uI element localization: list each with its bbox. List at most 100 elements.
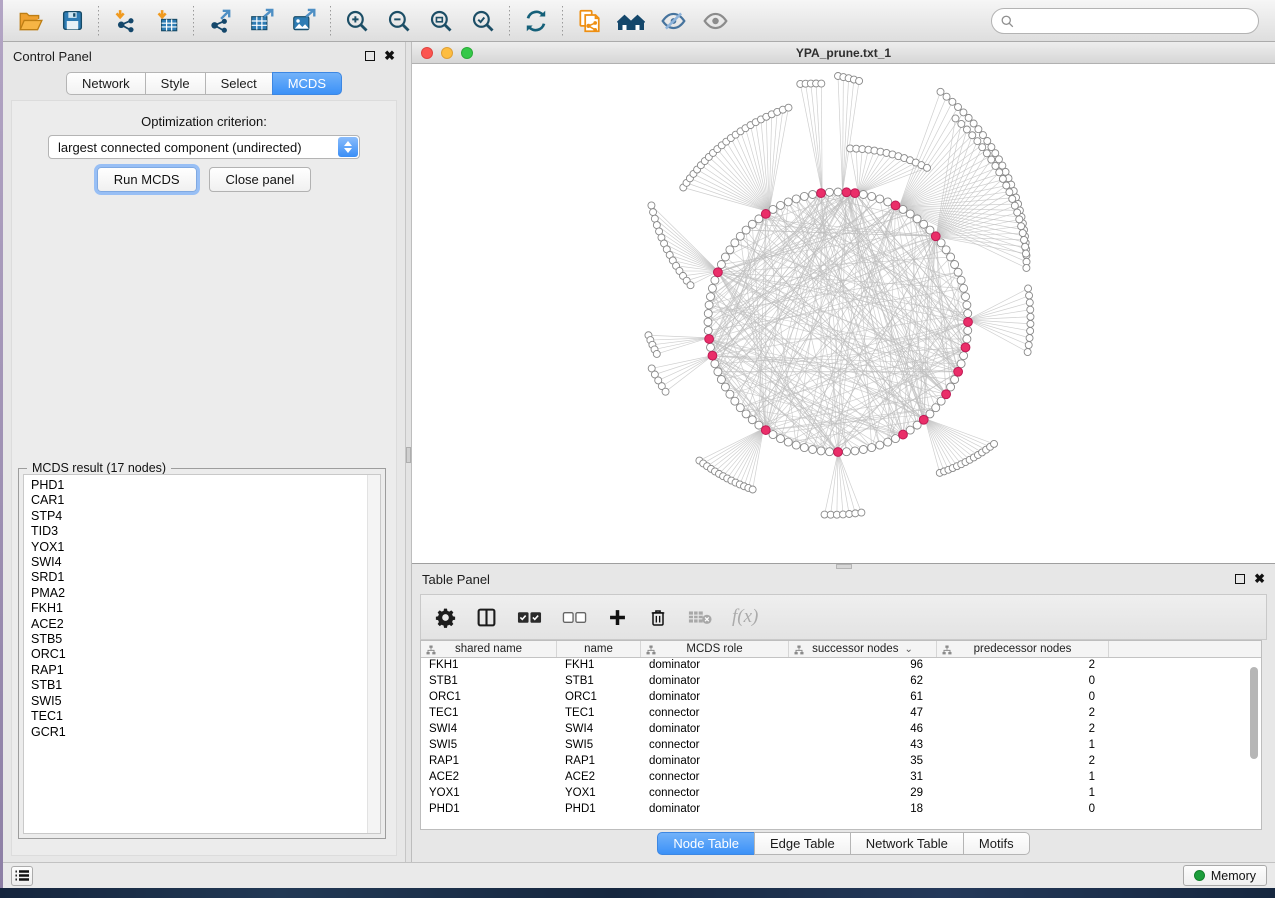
column-header-shared-name[interactable]: shared name	[421, 641, 557, 657]
network-window-titlebar: YPA_prune.txt_1	[412, 42, 1275, 64]
table-row[interactable]: RAP1RAP1dominator352	[421, 754, 1261, 770]
table-scrollbar[interactable]	[1249, 663, 1259, 823]
zoom-in-button[interactable]	[336, 3, 378, 39]
table-cell: STB1	[421, 674, 557, 690]
mcds-result-item[interactable]: STP4	[31, 509, 380, 524]
mcds-result-item[interactable]: ACE2	[31, 617, 380, 632]
table-row[interactable]: SWI4SWI4dominator462	[421, 722, 1261, 738]
window-minimize-button[interactable]	[441, 47, 453, 59]
table-panel: Table Panel ✖ f(x)	[412, 564, 1275, 862]
zoom-out-button[interactable]	[378, 3, 420, 39]
close-panel-icon[interactable]: ✖	[384, 51, 395, 61]
table-panel-titlebar: Table Panel ✖	[412, 568, 1275, 590]
window-close-button[interactable]	[421, 47, 433, 59]
search-input[interactable]	[991, 8, 1259, 34]
mcds-result-item[interactable]: PMA2	[31, 586, 380, 601]
tab-mcds[interactable]: MCDS	[272, 72, 342, 95]
table-cell: 0	[937, 690, 1109, 706]
mcds-result-item[interactable]: PHD1	[31, 478, 380, 493]
mcds-result-item[interactable]: TID3	[31, 524, 380, 539]
import-network-button[interactable]	[104, 3, 146, 39]
mcds-result-item[interactable]: TEC1	[31, 709, 380, 724]
criterion-dropdown[interactable]: largest connected component (undirected)	[48, 135, 360, 159]
control-panel-tabs: NetworkStyleSelectMCDS	[3, 72, 405, 95]
network-canvas[interactable]	[412, 64, 1275, 563]
mcds-result-item[interactable]: FKH1	[31, 601, 380, 616]
select-all-checkboxes-icon[interactable]	[517, 609, 542, 625]
settings-gear-icon[interactable]	[435, 607, 456, 628]
mcds-result-item[interactable]: RAP1	[31, 663, 380, 678]
table-row[interactable]: ACE2ACE2connector311	[421, 770, 1261, 786]
network-window-title: YPA_prune.txt_1	[796, 46, 891, 60]
duplicate-network-button[interactable]	[568, 3, 610, 39]
import-table-button[interactable]	[146, 3, 188, 39]
sort-chevron-icon[interactable]: ⌄	[904, 644, 912, 655]
close-panel-icon[interactable]: ✖	[1254, 574, 1265, 584]
zoom-fit-button[interactable]	[420, 3, 462, 39]
tab-style[interactable]: Style	[145, 72, 206, 95]
table-cell: TEC1	[421, 706, 557, 722]
column-header-predecessor-nodes[interactable]: predecessor nodes	[937, 641, 1109, 657]
add-column-icon[interactable]	[607, 607, 628, 628]
mcds-result-item[interactable]: CAR1	[31, 493, 380, 508]
export-image-button[interactable]	[283, 3, 325, 39]
table-row[interactable]: ORC1ORC1dominator610	[421, 690, 1261, 706]
zoom-fit-icon	[428, 8, 454, 34]
run-mcds-button[interactable]: Run MCDS	[97, 167, 197, 192]
table-cell: dominator	[641, 658, 789, 674]
first-neighbors-button[interactable]	[610, 3, 652, 39]
zoom-selected-button[interactable]	[462, 3, 504, 39]
deselect-all-checkboxes-icon[interactable]	[562, 609, 587, 625]
table-row[interactable]: TEC1TEC1connector472	[421, 706, 1261, 722]
tab-select[interactable]: Select	[205, 72, 273, 95]
float-panel-icon[interactable]	[365, 51, 375, 61]
show-details-button[interactable]	[694, 3, 736, 39]
memory-button[interactable]: Memory	[1183, 865, 1267, 886]
splitter-handle[interactable]	[406, 447, 411, 463]
table-row[interactable]: PHD1PHD1dominator180	[421, 802, 1261, 818]
hide-details-button[interactable]	[652, 3, 694, 39]
table-row[interactable]: FKH1FKH1dominator962	[421, 658, 1261, 674]
desktop-wallpaper-bottom	[0, 888, 1275, 898]
mcds-result-scrollbar[interactable]	[367, 475, 380, 833]
tab-edge-table[interactable]: Edge Table	[754, 832, 851, 855]
tab-network-table[interactable]: Network Table	[850, 832, 964, 855]
column-header-successor-nodes[interactable]: successor nodes⌄	[789, 641, 937, 657]
table-row[interactable]: SWI5SWI5connector431	[421, 738, 1261, 754]
mcds-result-item[interactable]: YOX1	[31, 540, 380, 555]
window-zoom-button[interactable]	[461, 47, 473, 59]
mcds-result-item[interactable]: ORC1	[31, 647, 380, 662]
vertical-splitter[interactable]	[405, 42, 412, 862]
table-cell: 29	[789, 786, 937, 802]
tab-network[interactable]: Network	[66, 72, 146, 95]
table-cell: RAP1	[421, 754, 557, 770]
mcds-result-item[interactable]: SWI5	[31, 694, 380, 709]
export-network-button[interactable]	[199, 3, 241, 39]
mcds-result-item[interactable]: SRD1	[31, 570, 380, 585]
tab-motifs[interactable]: Motifs	[963, 832, 1030, 855]
float-panel-icon[interactable]	[1235, 574, 1245, 584]
open-file-button[interactable]	[9, 3, 51, 39]
table-cell: dominator	[641, 690, 789, 706]
refresh-button[interactable]	[515, 3, 557, 39]
table-row[interactable]: YOX1YOX1connector291	[421, 786, 1261, 802]
table-cell: 0	[937, 674, 1109, 690]
table-row[interactable]: STB1STB1dominator620	[421, 674, 1261, 690]
task-history-button[interactable]	[11, 866, 33, 886]
table-scrollbar-thumb[interactable]	[1250, 667, 1258, 759]
show-columns-icon[interactable]	[476, 607, 497, 628]
mcds-result-item[interactable]: STB5	[31, 632, 380, 647]
mcds-result-item[interactable]: STB1	[31, 678, 380, 693]
mcds-result-item[interactable]: GCR1	[31, 725, 380, 740]
table-cell: SWI5	[557, 738, 641, 754]
column-header-name[interactable]: name	[557, 641, 641, 657]
save-session-button[interactable]	[51, 3, 93, 39]
memory-status-dot	[1194, 870, 1205, 881]
table-cell: 1	[937, 770, 1109, 786]
mcds-result-item[interactable]: SWI4	[31, 555, 380, 570]
export-table-button[interactable]	[241, 3, 283, 39]
tab-node-table[interactable]: Node Table	[657, 832, 755, 855]
close-panel-button[interactable]: Close panel	[209, 167, 312, 192]
column-header-MCDS-role[interactable]: MCDS role	[641, 641, 789, 657]
delete-column-icon[interactable]	[648, 607, 668, 628]
